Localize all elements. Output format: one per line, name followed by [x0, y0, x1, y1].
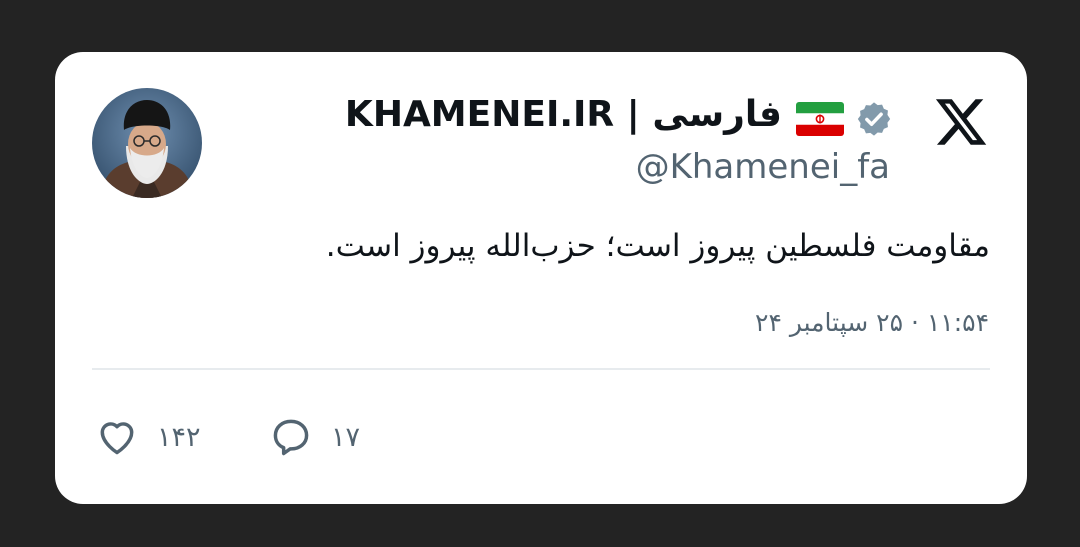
like-button[interactable]: ۱۴۲	[95, 412, 201, 462]
avatar[interactable]	[92, 88, 202, 198]
iran-flag-icon	[796, 102, 844, 136]
x-logo-icon[interactable]	[933, 94, 989, 150]
display-name[interactable]: KHAMENEI.IR | فارسی	[345, 94, 782, 135]
divider	[92, 368, 990, 370]
tweet-card[interactable]: KHAMENEI.IR | فارسی @Khamenei_fa مقاومت …	[55, 52, 1027, 504]
user-handle[interactable]: @Khamenei_fa	[636, 147, 890, 187]
like-count: ۱۴۲	[157, 421, 201, 453]
reply-count: ۱۷	[331, 421, 361, 453]
tweet-text: مقاومت فلسطین پیروز است؛ حزب‌الله پیروز …	[325, 228, 990, 264]
heart-icon	[100, 422, 134, 455]
verified-badge-icon	[857, 102, 891, 136]
reply-button[interactable]: ۱۷	[269, 412, 360, 462]
reply-icon	[273, 419, 309, 456]
tweet-timestamp[interactable]: ۱۱:۵۴ · ۲۵ سپتامبر ۲۴	[755, 308, 989, 337]
